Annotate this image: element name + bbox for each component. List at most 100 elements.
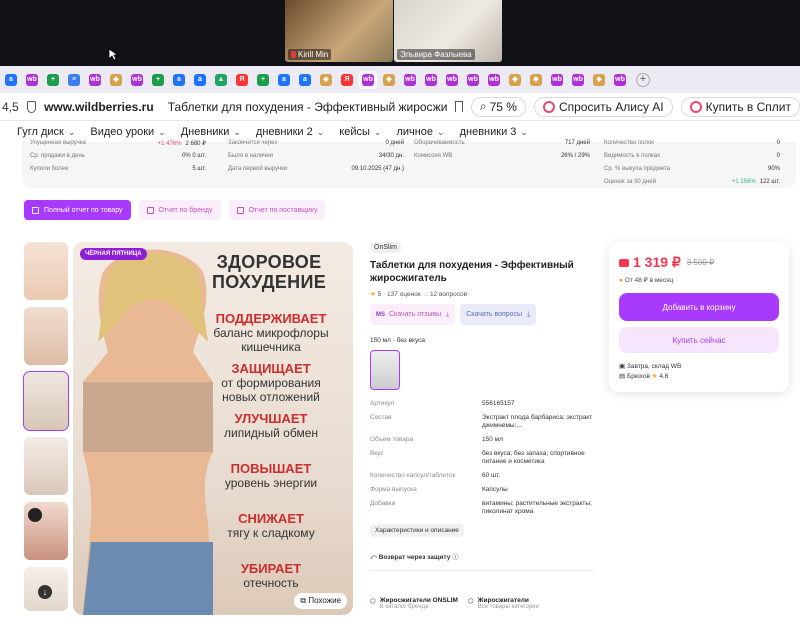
browser-tab[interactable]: +	[44, 71, 62, 89]
arrow-down-icon[interactable]: ↓	[38, 585, 52, 599]
browser-tab[interactable]: wb	[464, 71, 482, 89]
stat-row: Видимость в полках 0	[604, 153, 780, 159]
browser-tab[interactable]: wb	[611, 71, 629, 89]
wb-icon: wb	[131, 73, 143, 86]
chevron-down-icon: ⌄	[316, 126, 325, 137]
browser-tab[interactable]: +	[149, 71, 167, 89]
browser-tab[interactable]: ◆	[506, 71, 524, 89]
bookmark-folder[interactable]: кейсы ⌄	[339, 126, 381, 138]
yandex-icon: Я	[236, 73, 248, 86]
spec-row: Форма выпуска Капсулы	[370, 486, 508, 493]
browser-tab[interactable]: ◆	[380, 71, 398, 89]
shop-icon: ◆	[383, 73, 395, 86]
category-links: ⬡ Жиросжигатели ONSLIM В каталог бренда ⬡ Ж…	[370, 597, 600, 610]
bookmark-folder[interactable]: Видео уроки ⌄	[90, 126, 165, 138]
browser-tab[interactable]: wb	[569, 71, 587, 89]
search-icon[interactable]	[28, 508, 42, 522]
bookmark-folder[interactable]: Дневники ⌄	[181, 126, 241, 138]
browser-tab[interactable]: wb	[422, 71, 440, 89]
browser-tab[interactable]: wb	[86, 71, 104, 89]
bookmark-folder[interactable]: дневники 3 ⌄	[460, 126, 528, 138]
download-questions-button[interactable]: Скачать вопросы ⤓	[460, 304, 537, 325]
brand-report-button[interactable]: Отчет по бренду	[138, 200, 221, 220]
browser-tab[interactable]: Я	[338, 71, 356, 89]
supplier-report-button[interactable]: Отчет по поставщику	[228, 200, 326, 220]
buy-now-button[interactable]: Купить сейчас	[619, 327, 779, 353]
browser-tab[interactable]: wb	[485, 71, 503, 89]
browser-tab[interactable]: ◆	[590, 71, 608, 89]
alice-button[interactable]: Спросить Алису AI	[533, 96, 673, 117]
add-to-cart-button[interactable]: Добавить в корзину	[619, 293, 779, 321]
download-reviews-button[interactable]: MS Скачать отзывы ⤓	[370, 304, 456, 325]
bookmark-icon[interactable]	[455, 101, 463, 112]
thumbnail[interactable]	[24, 242, 68, 300]
full-report-button[interactable]: Полный отчет по товару	[24, 200, 131, 220]
thumbnail[interactable]	[24, 437, 68, 495]
product-title: Таблетки для похудения - Эффективный жир…	[370, 260, 574, 284]
description-button[interactable]: Характеристики и описание	[370, 524, 464, 537]
wb-icon: wb	[488, 73, 500, 86]
browser-tab[interactable]: wb	[443, 71, 461, 89]
stat-row: Оценок за 30 дней +1 256% 122 шт.	[604, 179, 780, 185]
new-tab-button[interactable]: +	[636, 72, 650, 87]
shield-icon: ●	[619, 277, 623, 284]
installment-info[interactable]: ● От 48 ₽ в месяц	[619, 276, 779, 284]
brand-link[interactable]: OnSlim	[370, 242, 401, 253]
browser-tab[interactable]: +	[254, 71, 272, 89]
bookmark-folder[interactable]: личное ⌄	[396, 126, 444, 138]
browser-tab[interactable]: a	[2, 71, 20, 89]
participant-video[interactable]: Kirill Min	[285, 0, 393, 62]
return-info[interactable]: ⤺ Возврат через защиту ⓘ	[370, 551, 595, 571]
thumbnail[interactable]: ↓	[24, 567, 68, 611]
questions-link[interactable]: 12 вопросов	[430, 291, 467, 298]
browser-tab[interactable]: wb	[23, 71, 41, 89]
shield-icon[interactable]	[26, 100, 37, 113]
browser-tab[interactable]: a	[296, 71, 314, 89]
participant-video[interactable]: Эльвира Фазлыева	[394, 0, 502, 62]
browser-tab[interactable]: wb	[548, 71, 566, 89]
sheets-icon: +	[257, 73, 269, 86]
tag-icon: ⬡	[467, 598, 474, 605]
shop-icon: ◆	[320, 73, 332, 86]
thumbnail[interactable]	[23, 371, 69, 431]
image-headline: ЗДОРОВОЕ ПОХУДЕНИЕ	[211, 252, 326, 292]
zoom-button[interactable]: ⌕ 75 %	[470, 96, 526, 117]
rating-row: ★ 5 · 137 оценок ◌ 12 вопросов	[370, 291, 468, 298]
browser-tab[interactable]: wb	[359, 70, 377, 89]
browser-tab[interactable]: wb	[128, 71, 146, 89]
thumbnail[interactable]	[24, 502, 68, 560]
reviews-link[interactable]: 137 оценок	[387, 291, 421, 298]
thumbnail[interactable]	[24, 307, 68, 365]
brand-catalog-link[interactable]: ⬡ Жиросжигатели ONSLIM В каталог бренда	[370, 597, 458, 610]
shop-icon: ◆	[110, 73, 122, 86]
browser-tab[interactable]: a	[191, 71, 209, 89]
browser-tab[interactable]: ◆	[527, 71, 545, 89]
browser-tab[interactable]: wb	[401, 71, 419, 89]
mp-icon: MS	[376, 311, 385, 318]
seller-link[interactable]: Брюхов	[627, 373, 650, 380]
search-icon: ⌕	[479, 99, 487, 113]
browser-tab[interactable]: ▲	[212, 71, 230, 89]
browser-tab[interactable]: ≡	[65, 71, 83, 89]
category-link[interactable]: ⬡ Жиросжигатели Все товары категории	[468, 597, 539, 610]
spec-row: Артикул 556165157	[370, 400, 515, 407]
variant-thumbnail[interactable]	[370, 350, 400, 390]
similar-button[interactable]: ⧉ Похожие	[294, 593, 347, 609]
bookmark-folder[interactable]: Гугл диск ⌄	[17, 126, 75, 138]
browser-tab[interactable]: ◆	[107, 71, 125, 89]
product-main-image[interactable]: ЧЁРНАЯ ПЯТНИЦА ЗДОРОВОЕ ПОХУДЕНИЕ ПОДДЕР…	[73, 242, 353, 615]
wb-icon: wb	[362, 73, 374, 86]
browser-tab[interactable]: ◆	[317, 71, 335, 89]
browser-tab[interactable]: a	[170, 71, 188, 89]
spec-row: Вкус без вкуса; без запаха; спортивное пи…	[370, 450, 585, 465]
shop-icon: ◆	[509, 73, 521, 86]
stat-row: Ср. продажи в день 0% 0 шт.	[30, 153, 206, 159]
browser-tab[interactable]: Я	[233, 71, 251, 89]
url-field[interactable]: www.wildberries.ru	[44, 100, 154, 114]
split-button[interactable]: Купить в Сплит	[680, 96, 800, 117]
benefit-block: СНИЖАЕТ тягу к сладкому	[227, 511, 315, 541]
bookmark-folder[interactable]: дневники 2 ⌄	[256, 126, 324, 138]
browser-tab[interactable]: a	[275, 71, 293, 89]
wb-icon: wb	[572, 73, 584, 86]
chevron-down-icon: ⌄	[520, 126, 528, 137]
